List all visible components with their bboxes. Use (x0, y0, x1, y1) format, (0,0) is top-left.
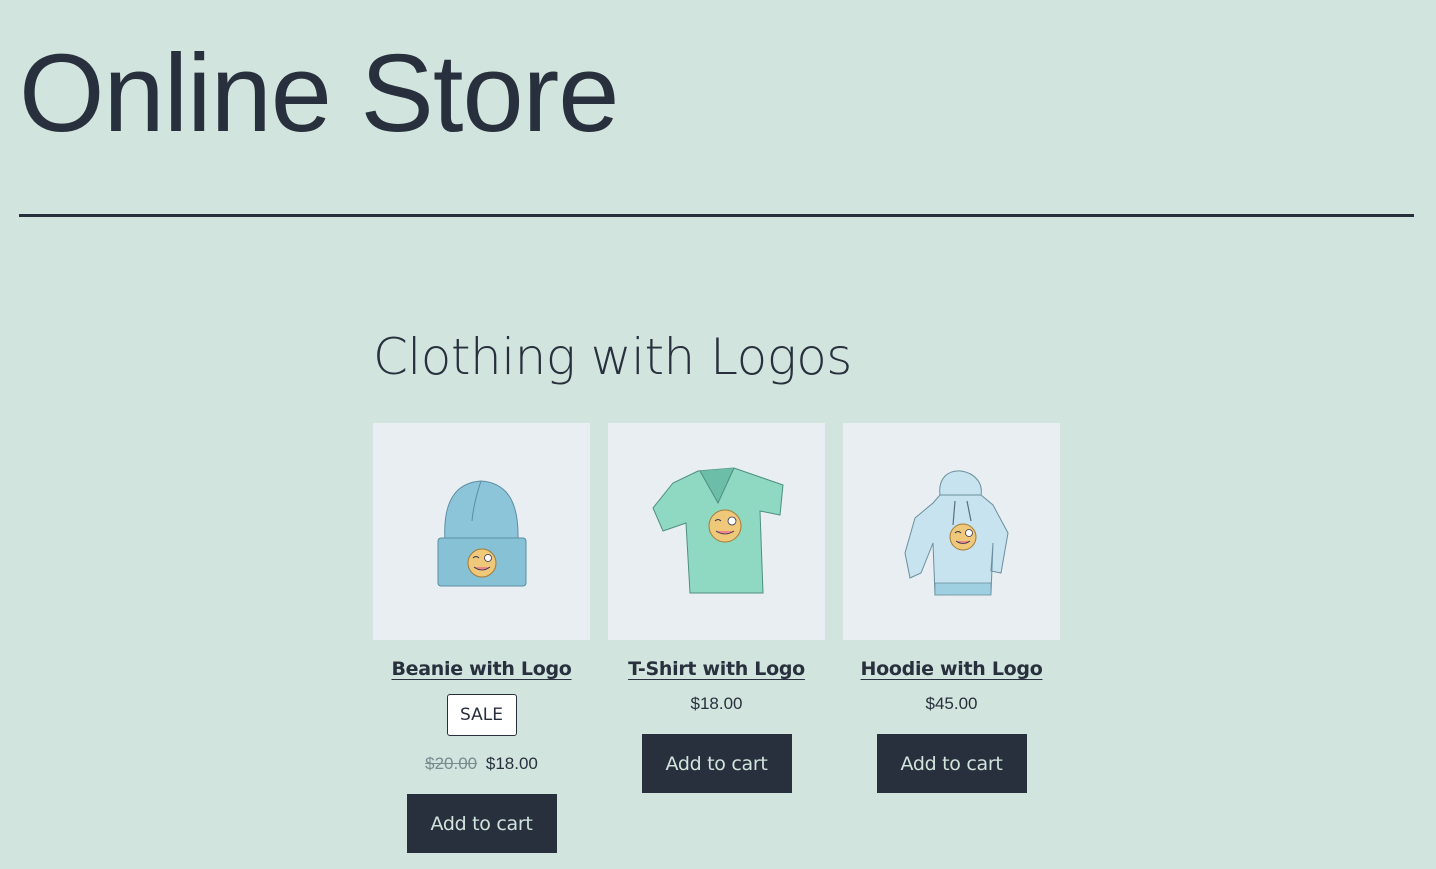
product-title-link[interactable]: Beanie with Logo (391, 654, 571, 684)
beanie-image (373, 423, 590, 640)
product-title-link[interactable]: Hoodie with Logo (861, 654, 1043, 684)
product-title-link[interactable]: T-Shirt with Logo (628, 654, 805, 684)
site-title[interactable]: Online Store (19, 34, 619, 154)
product-image-link[interactable] (843, 423, 1060, 640)
product-card: Beanie with Logo SALE $20.00 $18.00 Add … (373, 423, 590, 853)
product-image-link[interactable] (373, 423, 590, 640)
product-grid: Beanie with Logo SALE $20.00 $18.00 Add … (373, 423, 1060, 853)
product-card: Hoodie with Logo $45.00 Add to cart (843, 423, 1060, 853)
sale-price: $18.00 (485, 754, 538, 773)
add-to-cart-button[interactable]: Add to cart (876, 734, 1027, 793)
sale-badge: SALE (446, 694, 517, 736)
header-divider (19, 214, 1414, 217)
add-to-cart-button[interactable]: Add to cart (641, 734, 792, 793)
add-to-cart-button[interactable]: Add to cart (406, 794, 557, 853)
section-title: Clothing with Logos (373, 328, 852, 386)
product-card: T-Shirt with Logo $18.00 Add to cart (608, 423, 825, 853)
regular-price: $20.00 (425, 754, 478, 773)
product-price: $18.00 (690, 694, 743, 713)
hoodie-image (843, 423, 1060, 640)
tshirt-image (608, 423, 825, 640)
product-image-link[interactable] (608, 423, 825, 640)
product-price: $20.00 $18.00 (425, 753, 538, 775)
product-price: $45.00 (925, 694, 978, 713)
